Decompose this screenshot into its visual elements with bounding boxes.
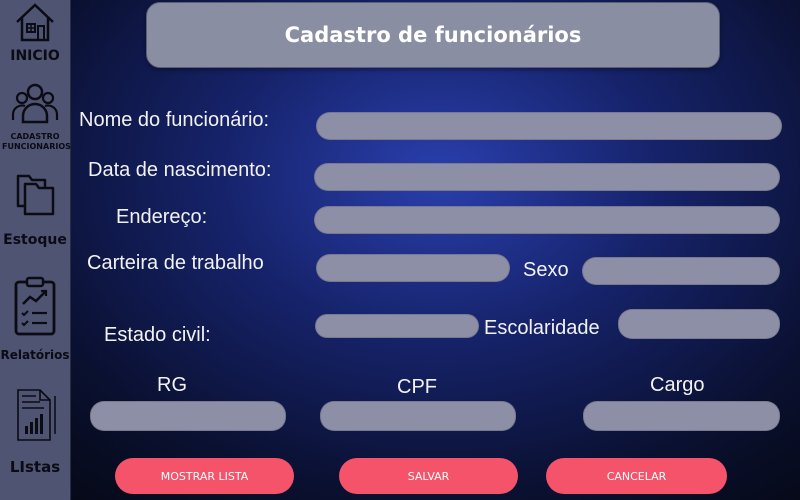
sidebar-item-label: LIstas xyxy=(9,458,61,476)
sidebar-item-label: Estoque xyxy=(3,232,67,248)
folders-icon xyxy=(16,174,55,216)
clipboard-chart-icon xyxy=(14,276,56,336)
document-list-icon xyxy=(17,389,56,441)
escolaridade-field[interactable] xyxy=(618,309,780,339)
cargo-field[interactable] xyxy=(583,401,780,431)
sidebar-item-cadastro[interactable]: CADASTRO FUNCIONARIOS xyxy=(0,80,71,152)
sidebar-item-label: CADASTRO FUNCIONARIOS xyxy=(2,132,71,151)
page-header: Cadastro de funcionários xyxy=(146,2,720,68)
nascimento-field[interactable] xyxy=(314,163,780,191)
label-cargo: Cargo xyxy=(650,374,705,396)
carteira-field[interactable] xyxy=(316,254,510,282)
sexo-field[interactable] xyxy=(582,257,780,285)
cancelar-button[interactable]: CANCELAR xyxy=(546,458,727,494)
label-estado-civil: Estado civil: xyxy=(104,324,211,346)
users-icon xyxy=(11,83,59,124)
sidebar-item-listas[interactable]: LIstas xyxy=(0,386,70,476)
nome-field[interactable] xyxy=(316,112,782,140)
rg-field[interactable] xyxy=(90,401,286,431)
mostrar-lista-button[interactable]: MOSTRAR LISTA xyxy=(115,458,294,494)
sidebar-item-label: INICIO xyxy=(10,48,60,64)
label-cpf: CPF xyxy=(397,376,437,398)
label-carteira: Carteira de trabalho xyxy=(87,252,264,274)
sidebar-item-estoque[interactable]: Estoque xyxy=(0,170,70,248)
label-escolaridade: Escolaridade xyxy=(484,317,600,339)
label-endereco: Endereço: xyxy=(116,206,208,228)
home-icon xyxy=(16,3,54,42)
label-nome: Nome do funcionário: xyxy=(79,109,270,131)
salvar-button[interactable]: SALVAR xyxy=(339,458,518,494)
label-rg: RG xyxy=(157,374,187,396)
label-sexo: Sexo xyxy=(523,259,569,281)
cpf-field[interactable] xyxy=(320,401,516,431)
sidebar-item-inicio[interactable]: INICIO xyxy=(0,0,70,64)
estado-civil-field[interactable] xyxy=(315,314,479,338)
sidebar: INICIO CADASTRO FUNCIONARIOS Estoque Rel… xyxy=(0,0,71,500)
sidebar-item-relatorios[interactable]: Relatórios xyxy=(0,276,70,362)
label-nascimento: Data de nascimento: xyxy=(88,159,272,181)
page-title: Cadastro de funcionários xyxy=(284,23,582,47)
sidebar-item-label: Relatórios xyxy=(0,348,70,362)
endereco-field[interactable] xyxy=(314,206,780,234)
